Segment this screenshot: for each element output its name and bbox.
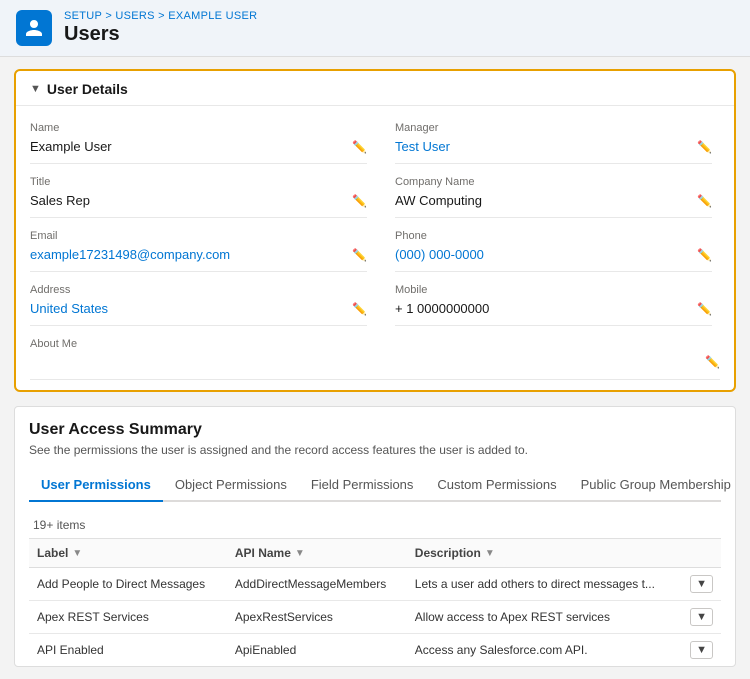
- label-sort-icon[interactable]: ▼: [72, 548, 82, 559]
- breadcrumb: SETUP > USERS > EXAMPLE USER: [64, 10, 257, 22]
- tab-object-permissions[interactable]: Object Permissions: [163, 469, 299, 502]
- phone-value: (000) 000-0000 ✏️: [395, 244, 712, 272]
- name-field: Name Example User ✏️: [30, 116, 375, 170]
- row2-action: ▼: [682, 601, 721, 634]
- row2-dropdown-button[interactable]: ▼: [690, 608, 713, 626]
- address-edit-icon[interactable]: ✏️: [352, 302, 367, 316]
- about-me-field: About Me ✏️: [30, 332, 720, 386]
- title-value: Sales Rep ✏️: [30, 190, 367, 218]
- permissions-table: Label ▼ API Name ▼ Description ▼: [29, 539, 721, 666]
- api-sort-icon[interactable]: ▼: [295, 548, 305, 559]
- row1-api: AddDirectMessageMembers: [227, 568, 407, 601]
- row2-api: ApexRestServices: [227, 601, 407, 634]
- table-row: Add People to Direct Messages AddDirectM…: [29, 568, 721, 601]
- user-details-card: ▼ User Details Name Example User ✏️ Mana…: [14, 69, 736, 392]
- row1-dropdown-button[interactable]: ▼: [690, 575, 713, 593]
- table-header-row: Label ▼ API Name ▼ Description ▼: [29, 539, 721, 568]
- name-edit-icon[interactable]: ✏️: [352, 140, 367, 154]
- company-field: Company Name AW Computing ✏️: [375, 170, 720, 224]
- user-details-body: Name Example User ✏️ Manager Test User ✏…: [16, 106, 734, 390]
- access-summary-desc: See the permissions the user is assigned…: [29, 443, 721, 457]
- title-edit-icon[interactable]: ✏️: [352, 194, 367, 208]
- name-label: Name: [30, 122, 367, 134]
- phone-field: Phone (000) 000-0000 ✏️: [375, 224, 720, 278]
- address-label: Address: [30, 284, 367, 296]
- manager-edit-icon[interactable]: ✏️: [697, 140, 712, 154]
- row1-label: Add People to Direct Messages: [29, 568, 227, 601]
- manager-label: Manager: [395, 122, 712, 134]
- access-summary-section: User Access Summary See the permissions …: [14, 406, 736, 667]
- mobile-field: Mobile + 1 0000000000 ✏️: [375, 278, 720, 332]
- phone-edit-icon[interactable]: ✏️: [697, 248, 712, 262]
- page-title: Users: [64, 22, 257, 46]
- email-value: example17231498@company.com ✏️: [30, 244, 367, 272]
- tab-user-permissions[interactable]: User Permissions: [29, 469, 163, 502]
- users-icon: [16, 10, 52, 46]
- manager-field: Manager Test User ✏️: [375, 116, 720, 170]
- access-tabs: User Permissions Object Permissions Fiel…: [29, 469, 721, 502]
- col-label: Label ▼: [29, 539, 227, 568]
- user-details-header[interactable]: ▼ User Details: [16, 71, 734, 106]
- about-me-label: About Me: [30, 338, 720, 350]
- tab-queue-membership[interactable]: Queue Membership: [743, 469, 750, 502]
- tab-public-group-membership[interactable]: Public Group Membership: [569, 469, 743, 502]
- email-label: Email: [30, 230, 367, 242]
- email-field: Email example17231498@company.com ✏️: [30, 224, 375, 278]
- row3-api: ApiEnabled: [227, 634, 407, 667]
- phone-label: Phone: [395, 230, 712, 242]
- row3-dropdown-button[interactable]: ▼: [690, 641, 713, 659]
- tab-custom-permissions[interactable]: Custom Permissions: [425, 469, 568, 502]
- company-value: AW Computing ✏️: [395, 190, 712, 218]
- header-text: SETUP > USERS > EXAMPLE USER Users: [64, 10, 257, 46]
- mobile-edit-icon[interactable]: ✏️: [697, 302, 712, 316]
- manager-value: Test User ✏️: [395, 136, 712, 164]
- mobile-value: + 1 0000000000 ✏️: [395, 298, 712, 326]
- title-label: Title: [30, 176, 367, 188]
- tab-field-permissions[interactable]: Field Permissions: [299, 469, 426, 502]
- row1-desc: Lets a user add others to direct message…: [407, 568, 682, 601]
- row3-label: API Enabled: [29, 634, 227, 667]
- table-row: Apex REST Services ApexRestServices Allo…: [29, 601, 721, 634]
- access-summary-title: User Access Summary: [29, 421, 721, 439]
- about-me-edit-icon[interactable]: ✏️: [705, 355, 720, 369]
- col-action: [682, 539, 721, 568]
- title-field: Title Sales Rep ✏️: [30, 170, 375, 224]
- desc-sort-icon[interactable]: ▼: [485, 548, 495, 559]
- mobile-label: Mobile: [395, 284, 712, 296]
- user-details-title: User Details: [47, 81, 128, 97]
- row1-action: ▼: [682, 568, 721, 601]
- address-value: United States ✏️: [30, 298, 367, 326]
- company-edit-icon[interactable]: ✏️: [697, 194, 712, 208]
- address-field: Address United States ✏️: [30, 278, 375, 332]
- col-api-name: API Name ▼: [227, 539, 407, 568]
- about-me-value: ✏️: [30, 352, 720, 380]
- row3-action: ▼: [682, 634, 721, 667]
- collapse-icon: ▼: [30, 83, 41, 95]
- company-label: Company Name: [395, 176, 712, 188]
- col-description: Description ▼: [407, 539, 682, 568]
- row3-desc: Access any Salesforce.com API.: [407, 634, 682, 667]
- app-header: SETUP > USERS > EXAMPLE USER Users: [0, 0, 750, 57]
- email-edit-icon[interactable]: ✏️: [352, 248, 367, 262]
- items-count: 19+ items: [29, 512, 721, 539]
- table-row: API Enabled ApiEnabled Access any Salesf…: [29, 634, 721, 667]
- name-value: Example User ✏️: [30, 136, 367, 164]
- row2-desc: Allow access to Apex REST services: [407, 601, 682, 634]
- row2-label: Apex REST Services: [29, 601, 227, 634]
